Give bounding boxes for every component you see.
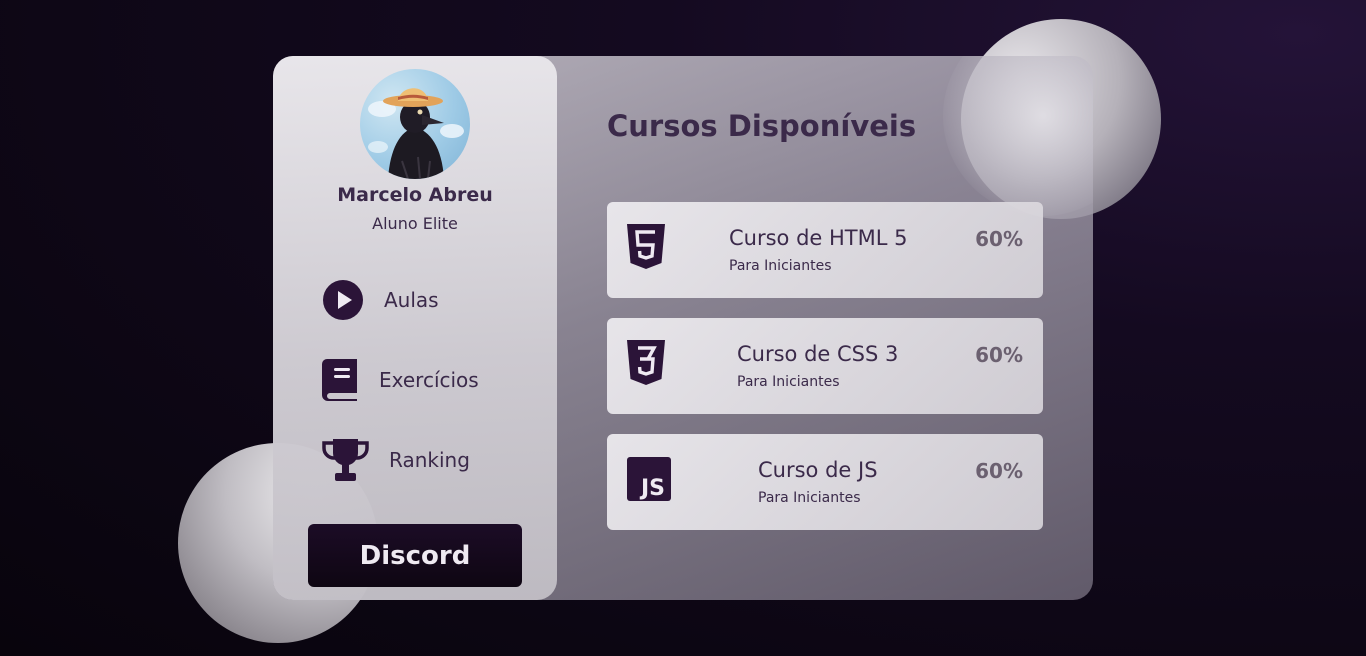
course-card-css[interactable]: Curso de CSS 3 Para Iniciantes 60% — [607, 318, 1043, 414]
course-subtitle: Para Iniciantes — [729, 258, 832, 274]
discord-button[interactable]: Discord — [308, 524, 522, 587]
html5-icon — [627, 224, 665, 269]
course-card-js[interactable]: JS Curso de JS Para Iniciantes 60% — [607, 434, 1043, 530]
user-name: Marcelo Abreu — [337, 184, 493, 206]
play-circle-icon — [323, 280, 363, 320]
nav-item-exercicios[interactable]: Exercícios — [322, 359, 479, 401]
nav-item-aulas[interactable]: Aulas — [322, 279, 439, 321]
sidebar: Marcelo Abreu Aluno Elite Aulas Exercíci… — [273, 56, 557, 600]
nav-label-aulas: Aulas — [384, 288, 439, 312]
course-title: Curso de CSS 3 — [737, 342, 899, 366]
course-title: Curso de HTML 5 — [729, 226, 908, 250]
nav-item-ranking[interactable]: Ranking — [322, 439, 470, 481]
course-progress: 60% — [975, 227, 1023, 251]
page-title: Cursos Disponíveis — [607, 109, 917, 143]
crow-with-hat-avatar-icon — [368, 88, 464, 179]
nav-label-ranking: Ranking — [389, 448, 470, 472]
course-subtitle: Para Iniciantes — [737, 374, 840, 390]
js-icon: JS — [627, 457, 671, 501]
trophy-icon — [322, 439, 369, 481]
course-progress: 60% — [975, 343, 1023, 367]
nav-label-exercicios: Exercícios — [379, 368, 479, 392]
dashboard-card: Marcelo Abreu Aluno Elite Aulas Exercíci… — [273, 56, 1093, 600]
book-icon — [322, 359, 357, 401]
css3-icon — [627, 340, 665, 385]
user-role: Aluno Elite — [372, 214, 458, 233]
course-card-html[interactable]: Curso de HTML 5 Para Iniciantes 60% — [607, 202, 1043, 298]
decorative-glow — [943, 56, 1093, 216]
course-progress: 60% — [975, 459, 1023, 483]
svg-text:JS: JS — [639, 476, 665, 501]
course-title: Curso de JS — [758, 458, 878, 482]
course-subtitle: Para Iniciantes — [758, 490, 861, 506]
avatar — [360, 69, 470, 179]
